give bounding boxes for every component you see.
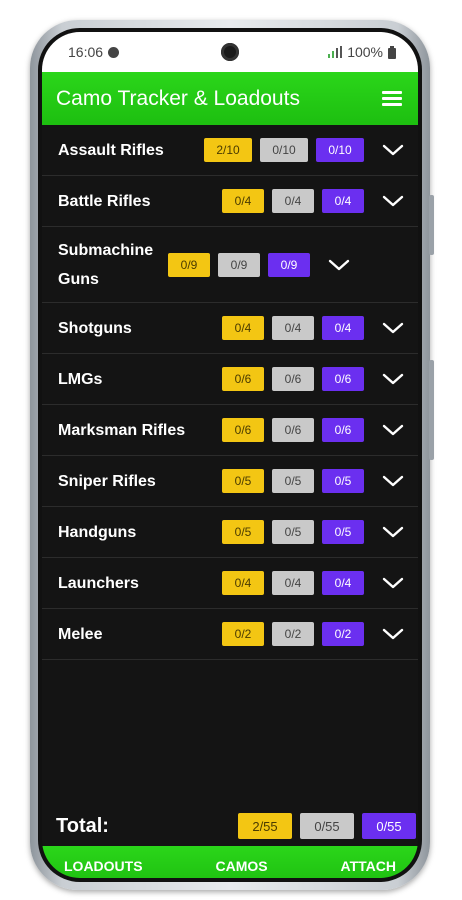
purple-badge: 0/6: [322, 418, 364, 442]
gold-badge: 0/6: [222, 418, 264, 442]
volume-button: [429, 195, 434, 255]
category-row[interactable]: Melee 0/2 0/2 0/2: [42, 609, 418, 660]
category-label: Assault Rifles: [58, 141, 164, 159]
status-time: 16:06: [68, 44, 104, 60]
category-label: Launchers: [58, 574, 139, 592]
total-gold-badge: 2/55: [238, 813, 292, 839]
category-row[interactable]: Launchers 0/4 0/4 0/4: [42, 558, 418, 609]
chevron-down-icon[interactable]: [382, 321, 404, 335]
app-title: Camo Tracker & Loadouts: [56, 86, 300, 110]
total-label: Total:: [56, 814, 109, 837]
category-label: Sniper Rifles: [58, 472, 156, 490]
purple-badge: 0/2: [322, 622, 364, 646]
screen: 16:06 100% Camo Tracker & Loadouts Assau…: [42, 32, 418, 878]
purple-badge: 0/5: [322, 520, 364, 544]
category-row[interactable]: Marksman Rifles 0/6 0/6 0/6: [42, 405, 418, 456]
chevron-down-icon[interactable]: [382, 474, 404, 488]
chevron-down-icon[interactable]: [382, 525, 404, 539]
purple-badge: 0/4: [322, 571, 364, 595]
category-row[interactable]: LMGs 0/6 0/6 0/6: [42, 354, 418, 405]
silver-badge: 0/4: [272, 316, 314, 340]
signal-icon: [328, 46, 343, 58]
category-list: Assault Rifles 2/10 0/10 0/10 Battle Rifles 0…: [42, 125, 418, 660]
hamburger-menu-icon[interactable]: [382, 90, 402, 107]
purple-badge: 0/4: [322, 316, 364, 340]
power-button: [429, 360, 434, 460]
purple-badge: 0/6: [322, 367, 364, 391]
gold-badge: 0/9: [168, 252, 210, 277]
chevron-down-icon[interactable]: [382, 627, 404, 641]
phone-frame: 16:06 100% Camo Tracker & Loadouts Assau…: [30, 20, 434, 890]
silver-badge: 0/10: [260, 138, 308, 162]
gold-badge: 0/2: [222, 622, 264, 646]
gold-badge: 0/4: [222, 316, 264, 340]
chevron-down-icon[interactable]: [382, 423, 404, 437]
category-row[interactable]: Assault Rifles 2/10 0/10 0/10: [42, 125, 418, 176]
chevron-down-icon[interactable]: [328, 258, 350, 272]
gold-badge: 0/5: [222, 469, 264, 493]
gold-badge: 0/4: [222, 189, 264, 213]
chevron-down-icon[interactable]: [382, 372, 404, 386]
nav-loadouts[interactable]: LOADOUTS: [64, 858, 143, 874]
silver-badge: 0/6: [272, 367, 314, 391]
silver-badge: 0/2: [272, 622, 314, 646]
gold-badge: 2/10: [204, 138, 252, 162]
battery-icon: [388, 45, 396, 59]
silver-badge: 0/9: [218, 252, 260, 277]
silver-badge: 0/4: [272, 189, 314, 213]
category-label: Melee: [58, 625, 103, 643]
category-row[interactable]: Shotguns 0/4 0/4 0/4: [42, 303, 418, 354]
chevron-down-icon[interactable]: [382, 143, 404, 157]
silver-badge: 0/6: [272, 418, 314, 442]
category-row[interactable]: Sniper Rifles 0/5 0/5 0/5: [42, 456, 418, 507]
front-camera: [221, 43, 239, 61]
notification-icon: [108, 46, 120, 58]
bottom-nav: LOADOUTS CAMOS ATTACH: [42, 846, 418, 878]
purple-badge: 0/9: [268, 252, 310, 277]
purple-badge: 0/5: [322, 469, 364, 493]
category-row[interactable]: Handguns 0/5 0/5 0/5: [42, 507, 418, 558]
total-purple-badge: 0/55: [362, 813, 416, 839]
gold-badge: 0/6: [222, 367, 264, 391]
gold-badge: 0/4: [222, 571, 264, 595]
category-label: Marksman Rifles: [58, 421, 186, 439]
category-row[interactable]: Battle Rifles 0/4 0/4 0/4: [42, 176, 418, 227]
category-row[interactable]: Submachine Guns 0/9 0/9 0/9: [42, 227, 418, 303]
battery-percent: 100%: [347, 44, 383, 60]
silver-badge: 0/4: [272, 571, 314, 595]
phone-bezel: 16:06 100% Camo Tracker & Loadouts Assau…: [38, 28, 422, 882]
category-label: Handguns: [58, 523, 137, 541]
nav-camos[interactable]: CAMOS: [215, 858, 267, 874]
app-bar: Camo Tracker & Loadouts: [42, 72, 418, 125]
chevron-down-icon[interactable]: [382, 576, 404, 590]
category-label: Battle Rifles: [58, 192, 151, 210]
total-silver-badge: 0/55: [300, 813, 354, 839]
purple-badge: 0/10: [316, 138, 364, 162]
purple-badge: 0/4: [322, 189, 364, 213]
silver-badge: 0/5: [272, 520, 314, 544]
gold-badge: 0/5: [222, 520, 264, 544]
category-label: Submachine Guns: [58, 241, 154, 288]
chevron-down-icon[interactable]: [382, 194, 404, 208]
total-row: Total: 2/55 0/55 0/55: [42, 806, 418, 846]
category-label: LMGs: [58, 370, 103, 388]
category-label: Shotguns: [58, 319, 132, 337]
silver-badge: 0/5: [272, 469, 314, 493]
nav-attach[interactable]: ATTACH: [341, 858, 396, 874]
